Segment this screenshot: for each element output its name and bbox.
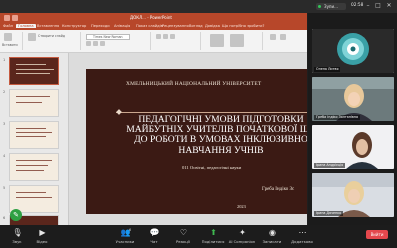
share-screen-icon: ⬆ xyxy=(210,228,217,237)
italic-icon[interactable] xyxy=(93,41,98,46)
slide-thumbnail[interactable]: 1 xyxy=(3,57,59,85)
window-title: ДОКЛ... - PowerPoint xyxy=(130,15,172,20)
participant-tile[interactable]: Ірина Андрієція xyxy=(312,125,394,169)
slide-thumbnail[interactable]: 2 xyxy=(3,89,59,117)
tab-home[interactable]: Головна xyxy=(16,24,36,28)
heart-icon: ♡ xyxy=(179,228,188,237)
new-slide-button[interactable]: Створити слайд xyxy=(38,34,65,38)
tell-me-search[interactable]: Що потрібно зробити? xyxy=(222,24,264,28)
sharing-indicator-icon xyxy=(318,5,321,8)
diamond-ornament-icon xyxy=(116,108,122,115)
meeting-top-bar: Зупи... 02:58 – □ ✕ xyxy=(0,0,397,13)
participant-tile[interactable]: Ірина Дяченко xyxy=(312,173,394,217)
tab-file[interactable]: Файл xyxy=(3,24,13,28)
ribbon: Вставити Створити слайд Times New Roman xyxy=(0,30,307,53)
share-screen-button[interactable]: ⬆ Поділитися xyxy=(198,228,228,246)
tab-animations[interactable]: Анімація xyxy=(114,24,130,28)
find-icon[interactable] xyxy=(270,34,276,40)
maximize-button[interactable]: □ xyxy=(374,2,382,10)
tab-view[interactable]: Вигляд xyxy=(189,24,203,28)
clock: 02:58 xyxy=(351,3,364,8)
slide-title: ПЕДАГОГІЧНІ УМОВИ ПІДГОТОВКИ МАЙБУТНІХ У… xyxy=(126,114,307,156)
tab-transitions[interactable]: Переходи xyxy=(91,24,110,28)
powerpoint-title-bar: ДОКЛ... - PowerPoint xyxy=(0,13,307,23)
slide-year: 2023 xyxy=(237,204,246,209)
participants-button[interactable]: 👥 6 Учасники xyxy=(110,228,140,246)
sparkle-icon: ✦ xyxy=(239,228,246,237)
ribbon-tabs: Файл Головна Вставлення Конструктор Пере… xyxy=(0,23,307,30)
align-center-icon[interactable] xyxy=(163,34,168,39)
slide-thumbnails-pane: 1 2 3 4 5 6 xyxy=(0,53,69,227)
more-icon: ⋯ xyxy=(298,228,307,237)
minimize-button[interactable]: – xyxy=(364,2,372,10)
camera-icon: ▶ xyxy=(39,228,46,237)
tab-insert[interactable]: Вставлення xyxy=(37,24,59,28)
annotate-button[interactable]: ✎ xyxy=(10,209,22,221)
participant-tile[interactable]: Греба Індіко Золтанівна xyxy=(312,77,394,121)
tab-review[interactable]: Рецензування xyxy=(162,24,189,28)
participant-tile[interactable]: Олена Литвя xyxy=(312,29,394,73)
video-button[interactable]: ▶ Відео xyxy=(27,228,57,246)
participants-count: 6 xyxy=(129,228,132,232)
replace-icon[interactable] xyxy=(280,34,286,40)
reactions-button[interactable]: ♡ Реакції xyxy=(168,228,198,246)
underline-icon[interactable] xyxy=(100,41,105,46)
participant-name: Греба Індіко Золтанівна xyxy=(314,115,360,120)
paste-icon[interactable] xyxy=(4,33,12,41)
participant-name: Ірина Андрієція xyxy=(314,163,346,168)
new-slide-icon[interactable] xyxy=(28,33,36,41)
font-family-select[interactable]: Times New Roman xyxy=(86,34,130,40)
align-left-icon[interactable] xyxy=(156,34,161,39)
chat-icon: 💬 xyxy=(149,228,160,237)
slide-editor: ХМЕЛЬНИЦЬКИЙ НАЦІОНАЛЬНИЙ УНІВЕРСИТЕТ ПЕ… xyxy=(69,53,307,225)
slide-thumbnail[interactable]: 4 xyxy=(3,153,59,181)
shapes-icon[interactable] xyxy=(210,34,224,47)
current-slide[interactable]: ХМЕЛЬНИЦЬКИЙ НАЦІОНАЛЬНИЙ УНІВЕРСИТЕТ ПЕ… xyxy=(86,69,307,214)
tab-help[interactable]: Довідка xyxy=(205,24,220,28)
leave-meeting-button[interactable]: Вийти xyxy=(366,230,388,239)
participant-name: Олена Литвя xyxy=(314,67,341,72)
record-icon: ◉ xyxy=(269,228,276,237)
tab-slideshow[interactable]: Показ слайдів xyxy=(136,24,163,28)
powerpoint-window: ДОКЛ... - PowerPoint Файл Головна Вставл… xyxy=(0,13,307,227)
close-button[interactable]: ✕ xyxy=(385,2,393,10)
align-right-icon[interactable] xyxy=(170,34,175,39)
tab-design[interactable]: Конструктор xyxy=(62,24,86,28)
slide-university: ХМЕЛЬНИЦЬКИЙ НАЦІОНАЛЬНИЙ УНІВЕРСИТЕТ xyxy=(126,81,262,87)
ai-companion-button[interactable]: ✦ AI Companion xyxy=(227,228,257,246)
slide-divider xyxy=(116,112,307,113)
paste-button[interactable]: Вставити xyxy=(2,43,18,47)
more-button[interactable]: ⋯ Додатково xyxy=(287,228,317,246)
slide-author: Греба Індіко Зс xyxy=(262,187,295,192)
microphone-icon: 🎙 xyxy=(12,228,23,237)
participant-name: Ірина Дяченко xyxy=(314,211,344,216)
arrange-icon[interactable] xyxy=(230,34,244,47)
record-button[interactable]: ◉ Записати xyxy=(257,228,287,246)
meeting-toolbar: 🎙 Звук ▶ Відео 👥 6 Учасники 💬 Чат ♡ Реак… xyxy=(0,225,397,248)
slide-specialty: 011 Освітні, педагогічні науки xyxy=(182,165,242,170)
undo-icon[interactable] xyxy=(12,15,18,21)
bold-icon[interactable] xyxy=(86,41,91,46)
save-icon[interactable] xyxy=(4,15,10,21)
chat-button[interactable]: 💬 Чат xyxy=(139,228,169,246)
participants-video-panel: Олена Литвя Греба Індіко Золтанівна Ірин… xyxy=(308,13,397,225)
slide-thumbnail[interactable]: 3 xyxy=(3,121,59,149)
